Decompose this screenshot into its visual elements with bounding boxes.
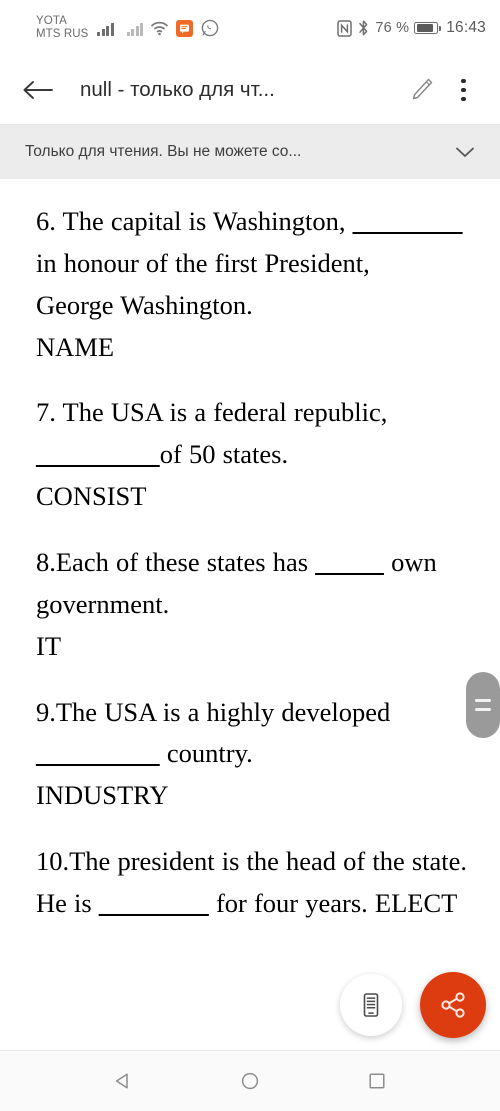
document-paragraph: INDUSTRY bbox=[36, 775, 476, 817]
nav-back-triangle-icon[interactable] bbox=[95, 1061, 151, 1101]
fill-in-blank: _________ bbox=[36, 439, 160, 470]
android-navigation-bar bbox=[0, 1050, 500, 1111]
paragraph-text: 6. The capital is Washington, bbox=[36, 206, 353, 236]
paragraph-text: CONSIST bbox=[36, 481, 147, 512]
paragraph-text: NAME bbox=[36, 331, 115, 362]
fill-in-blank: ________ bbox=[352, 206, 463, 236]
document-paragraph: 7. The USA is a federal republic, ______… bbox=[36, 392, 476, 476]
read-only-message: Только для чтения. Вы не можете со... bbox=[25, 143, 302, 160]
nav-recents-square-icon[interactable] bbox=[349, 1061, 405, 1101]
paragraph-text: for four years. ELECT bbox=[208, 888, 458, 919]
read-only-banner[interactable]: Только для чтения. Вы не можете со... bbox=[0, 124, 500, 179]
fill-in-blank: _____ bbox=[315, 547, 384, 578]
wifi-icon bbox=[151, 21, 169, 36]
carrier-line-1: YOTA bbox=[36, 15, 67, 28]
document-paragraph: IT bbox=[36, 626, 476, 668]
paragraph-text: INDUSTRY bbox=[36, 780, 169, 811]
document-body[interactable]: 6. The capital is Washington, ________ i… bbox=[0, 179, 500, 1050]
paragraph-text: 7. The USA is a federal republic, bbox=[36, 397, 388, 428]
clock-label: 16:43 bbox=[446, 19, 486, 36]
status-bar-right: 76 % 16:43 bbox=[337, 19, 486, 37]
document-paragraph: 6. The capital is Washington, ________ i… bbox=[36, 201, 476, 285]
back-arrow-icon[interactable] bbox=[22, 78, 54, 102]
page-title: null - только для чт... bbox=[80, 78, 275, 101]
signal-bars-icon bbox=[97, 21, 114, 36]
paragraph-text: of 50 states. bbox=[159, 439, 289, 470]
paragraph-text: 9.The USA is a highly developed bbox=[36, 696, 391, 727]
document-paragraph: 9.The USA is a highly developed ________… bbox=[36, 692, 476, 776]
share-icon[interactable] bbox=[420, 972, 486, 1038]
chevron-down-icon[interactable] bbox=[442, 144, 478, 160]
signal-bars-dim-icon bbox=[126, 21, 144, 36]
status-bar-left: YOTA MTS RUS bbox=[36, 15, 219, 41]
kebab-menu-icon[interactable] bbox=[449, 73, 478, 108]
whatsapp-icon bbox=[201, 19, 219, 37]
battery-icon bbox=[414, 22, 442, 34]
document-paragraph: 8.Each of these states has _____ own gov… bbox=[36, 542, 476, 626]
fill-in-blank: ________ bbox=[98, 888, 209, 919]
paragraph-text: country. bbox=[159, 738, 253, 769]
orange-app-icon bbox=[176, 19, 194, 37]
status-bar: YOTA MTS RUS 76 % 16:43 bbox=[0, 0, 500, 56]
phone-screen: YOTA MTS RUS 76 % 16:43 null - только дл… bbox=[0, 0, 500, 1111]
paragraph-text: IT bbox=[36, 630, 62, 661]
nav-home-circle-icon[interactable] bbox=[222, 1061, 278, 1101]
mobile-reading-view-icon[interactable] bbox=[340, 974, 402, 1036]
carrier-line-2: MTS RUS bbox=[36, 28, 89, 40]
carrier-label: YOTA MTS RUS bbox=[36, 15, 88, 41]
paragraph-text: in honour of the first President, bbox=[36, 247, 370, 278]
nfc-icon bbox=[337, 19, 353, 37]
document-paragraph: 10.The president is the head of the stat… bbox=[36, 841, 476, 925]
floating-action-buttons bbox=[340, 972, 486, 1038]
paragraph-text: 8.Each of these states has bbox=[36, 547, 316, 578]
document-paragraph: NAME bbox=[36, 327, 476, 369]
battery-percent-label: 76 % bbox=[375, 20, 410, 36]
document-paragraph-list: 6. The capital is Washington, ________ i… bbox=[36, 201, 476, 925]
app-bar: null - только для чт... bbox=[0, 56, 500, 124]
document-paragraph: George Washington. bbox=[36, 285, 476, 327]
bluetooth-icon bbox=[357, 19, 370, 37]
paragraph-text: George Washington. bbox=[36, 289, 253, 320]
fill-in-blank: _________ bbox=[36, 738, 160, 769]
document-paragraph: CONSIST bbox=[36, 476, 476, 518]
scroll-thumb-handle-icon[interactable] bbox=[466, 672, 500, 738]
pencil-edit-icon[interactable] bbox=[395, 70, 449, 110]
